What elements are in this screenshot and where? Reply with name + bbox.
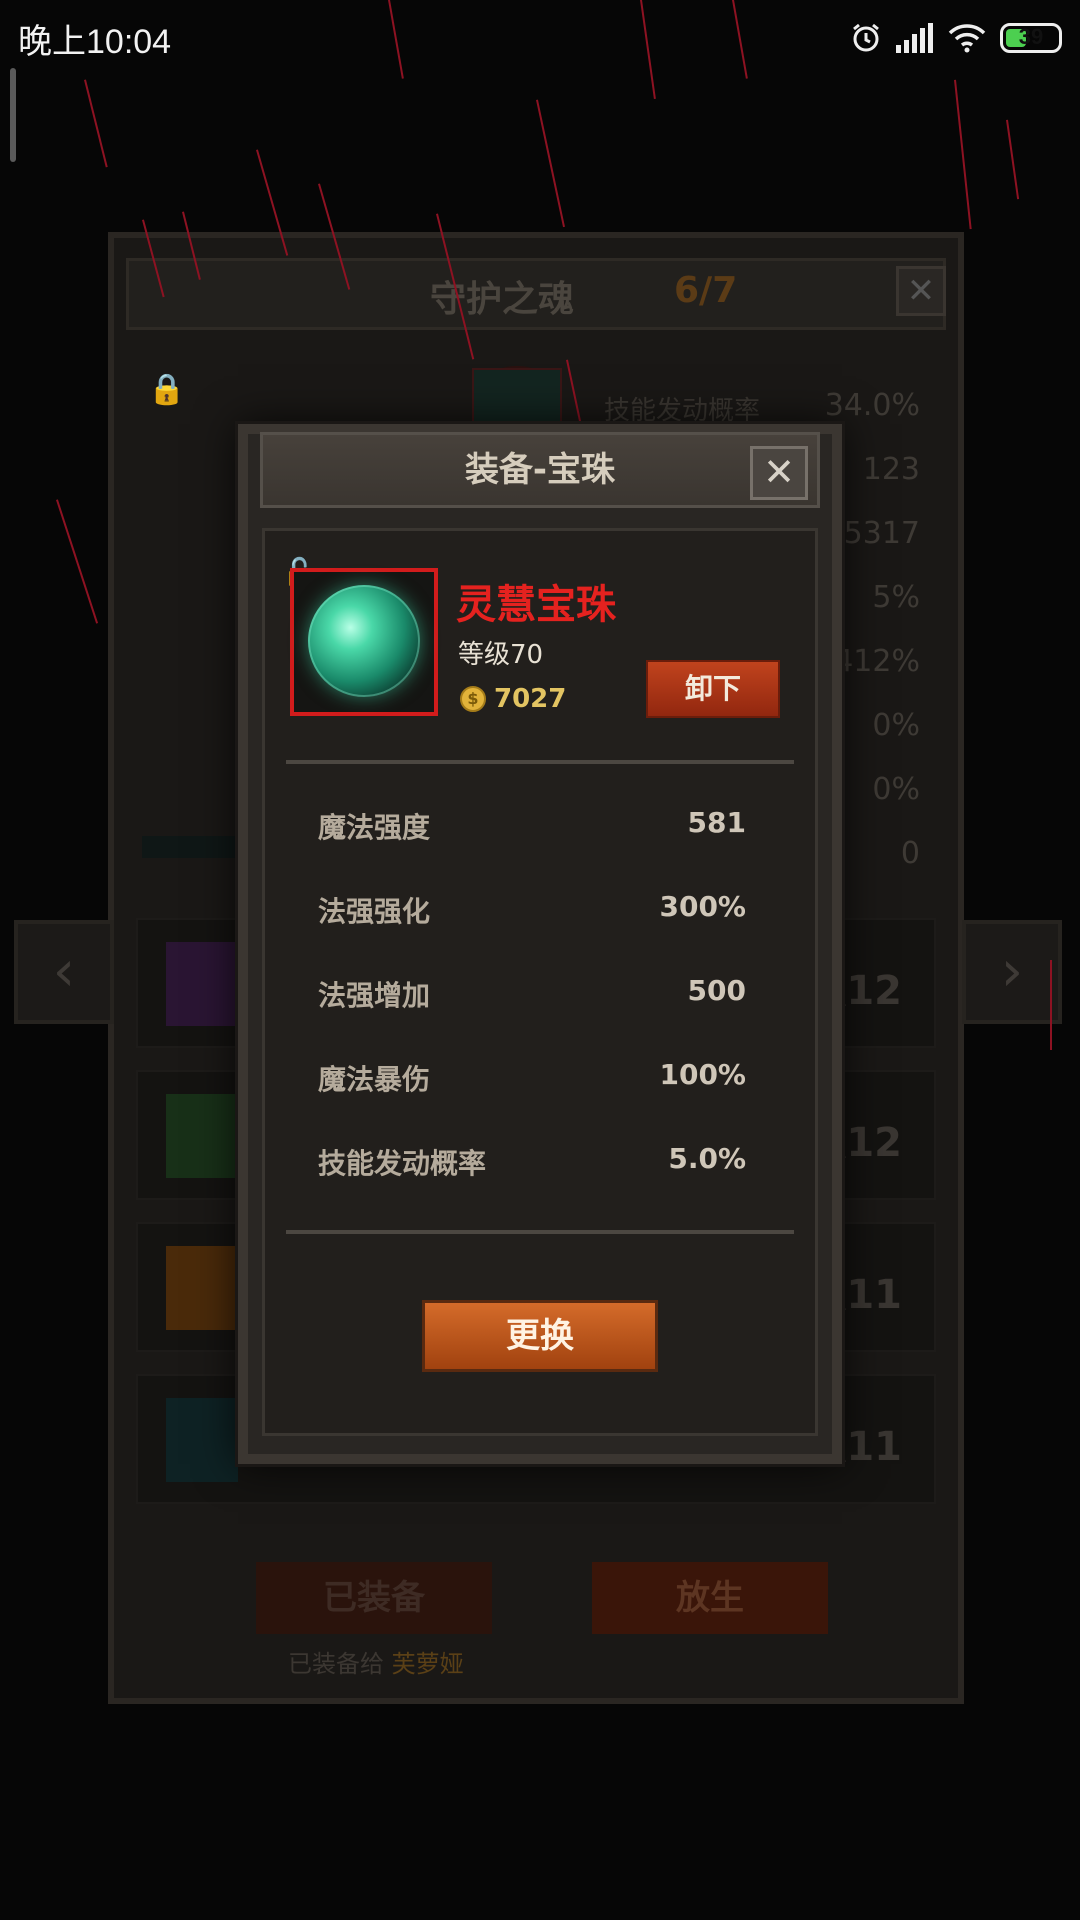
- stat-label: 魔法强度: [318, 811, 431, 844]
- stat-label: 法强增加: [318, 979, 431, 1012]
- stat-value: 100%: [659, 1058, 746, 1091]
- unequip-button[interactable]: 卸下: [646, 660, 780, 718]
- background-stat-value: 0: [900, 836, 920, 871]
- next-arrow-button[interactable]: ›: [962, 920, 1062, 1024]
- rain-streak: [84, 79, 108, 168]
- battery-level: 39: [1018, 24, 1044, 49]
- stat-label: 技能发动概率: [318, 1147, 487, 1180]
- rain-streak: [954, 79, 972, 230]
- side-handle: [10, 68, 16, 162]
- equipped-button[interactable]: 已装备: [256, 1562, 492, 1634]
- background-stat-value: 5317: [843, 516, 920, 551]
- stat-value: 581: [687, 806, 746, 839]
- status-icons: 39: [850, 18, 1062, 58]
- wifi-icon: [948, 24, 986, 53]
- background-stat-label: 技能发动概率: [604, 396, 761, 426]
- background-stat-value: 0%: [872, 708, 920, 743]
- replace-button[interactable]: 更换: [422, 1300, 658, 1372]
- background-item-icon: [166, 1246, 238, 1330]
- coin-icon: $: [460, 686, 486, 712]
- stat-value: 300%: [659, 890, 746, 923]
- rain-streak: [732, 0, 748, 79]
- background-stat-value: 0%: [872, 772, 920, 807]
- divider: [286, 760, 794, 764]
- equipped-to-text: 已装备给 芙萝娅: [288, 1644, 464, 1679]
- release-button[interactable]: 放生: [592, 1562, 828, 1634]
- stat-label: 法强强化: [318, 895, 431, 928]
- battery-icon: 39: [1000, 23, 1062, 53]
- item-name: 灵慧宝珠: [456, 582, 616, 628]
- background-item-icon: [166, 942, 238, 1026]
- stat-label: 魔法暴伤: [318, 1063, 431, 1096]
- rain-streak: [388, 0, 404, 79]
- background-lock-icon: 🔒: [148, 372, 186, 407]
- background-progress-bar: [142, 836, 236, 858]
- signal-icon: [896, 23, 933, 53]
- divider: [286, 1230, 794, 1234]
- stat-value: 500: [687, 974, 746, 1007]
- background-close-button[interactable]: ✕: [896, 266, 946, 316]
- rain-streak: [640, 0, 656, 100]
- status-time: 晚上10:04: [18, 23, 172, 61]
- orb-icon-ring: [308, 585, 420, 697]
- modal-title: 装备-宝珠: [464, 450, 616, 490]
- background-stat-value: 34.0%: [824, 388, 920, 423]
- background-item-icon: [166, 1094, 238, 1178]
- stat-value: 5.0%: [668, 1142, 746, 1175]
- alarm-icon: [853, 23, 879, 52]
- background-stat-value: 412%: [834, 644, 920, 679]
- rain-streak: [1006, 119, 1020, 200]
- background-stat-value: 123: [862, 452, 920, 487]
- background-item-icon: [166, 1398, 238, 1482]
- rain-streak: [536, 99, 565, 228]
- background-count: 6/7: [674, 270, 738, 311]
- background-stat-value: 5%: [872, 580, 920, 615]
- close-button[interactable]: ✕: [750, 446, 808, 500]
- rain-streak: [1050, 960, 1052, 1050]
- item-price: 7027: [494, 684, 567, 714]
- equipped-to-prefix: 已装备给: [288, 1650, 384, 1678]
- item-level: 等级70: [458, 640, 544, 670]
- previous-arrow-button[interactable]: ‹: [14, 920, 114, 1024]
- rain-streak: [56, 499, 99, 624]
- equipped-to-name: 芙萝娅: [391, 1650, 464, 1678]
